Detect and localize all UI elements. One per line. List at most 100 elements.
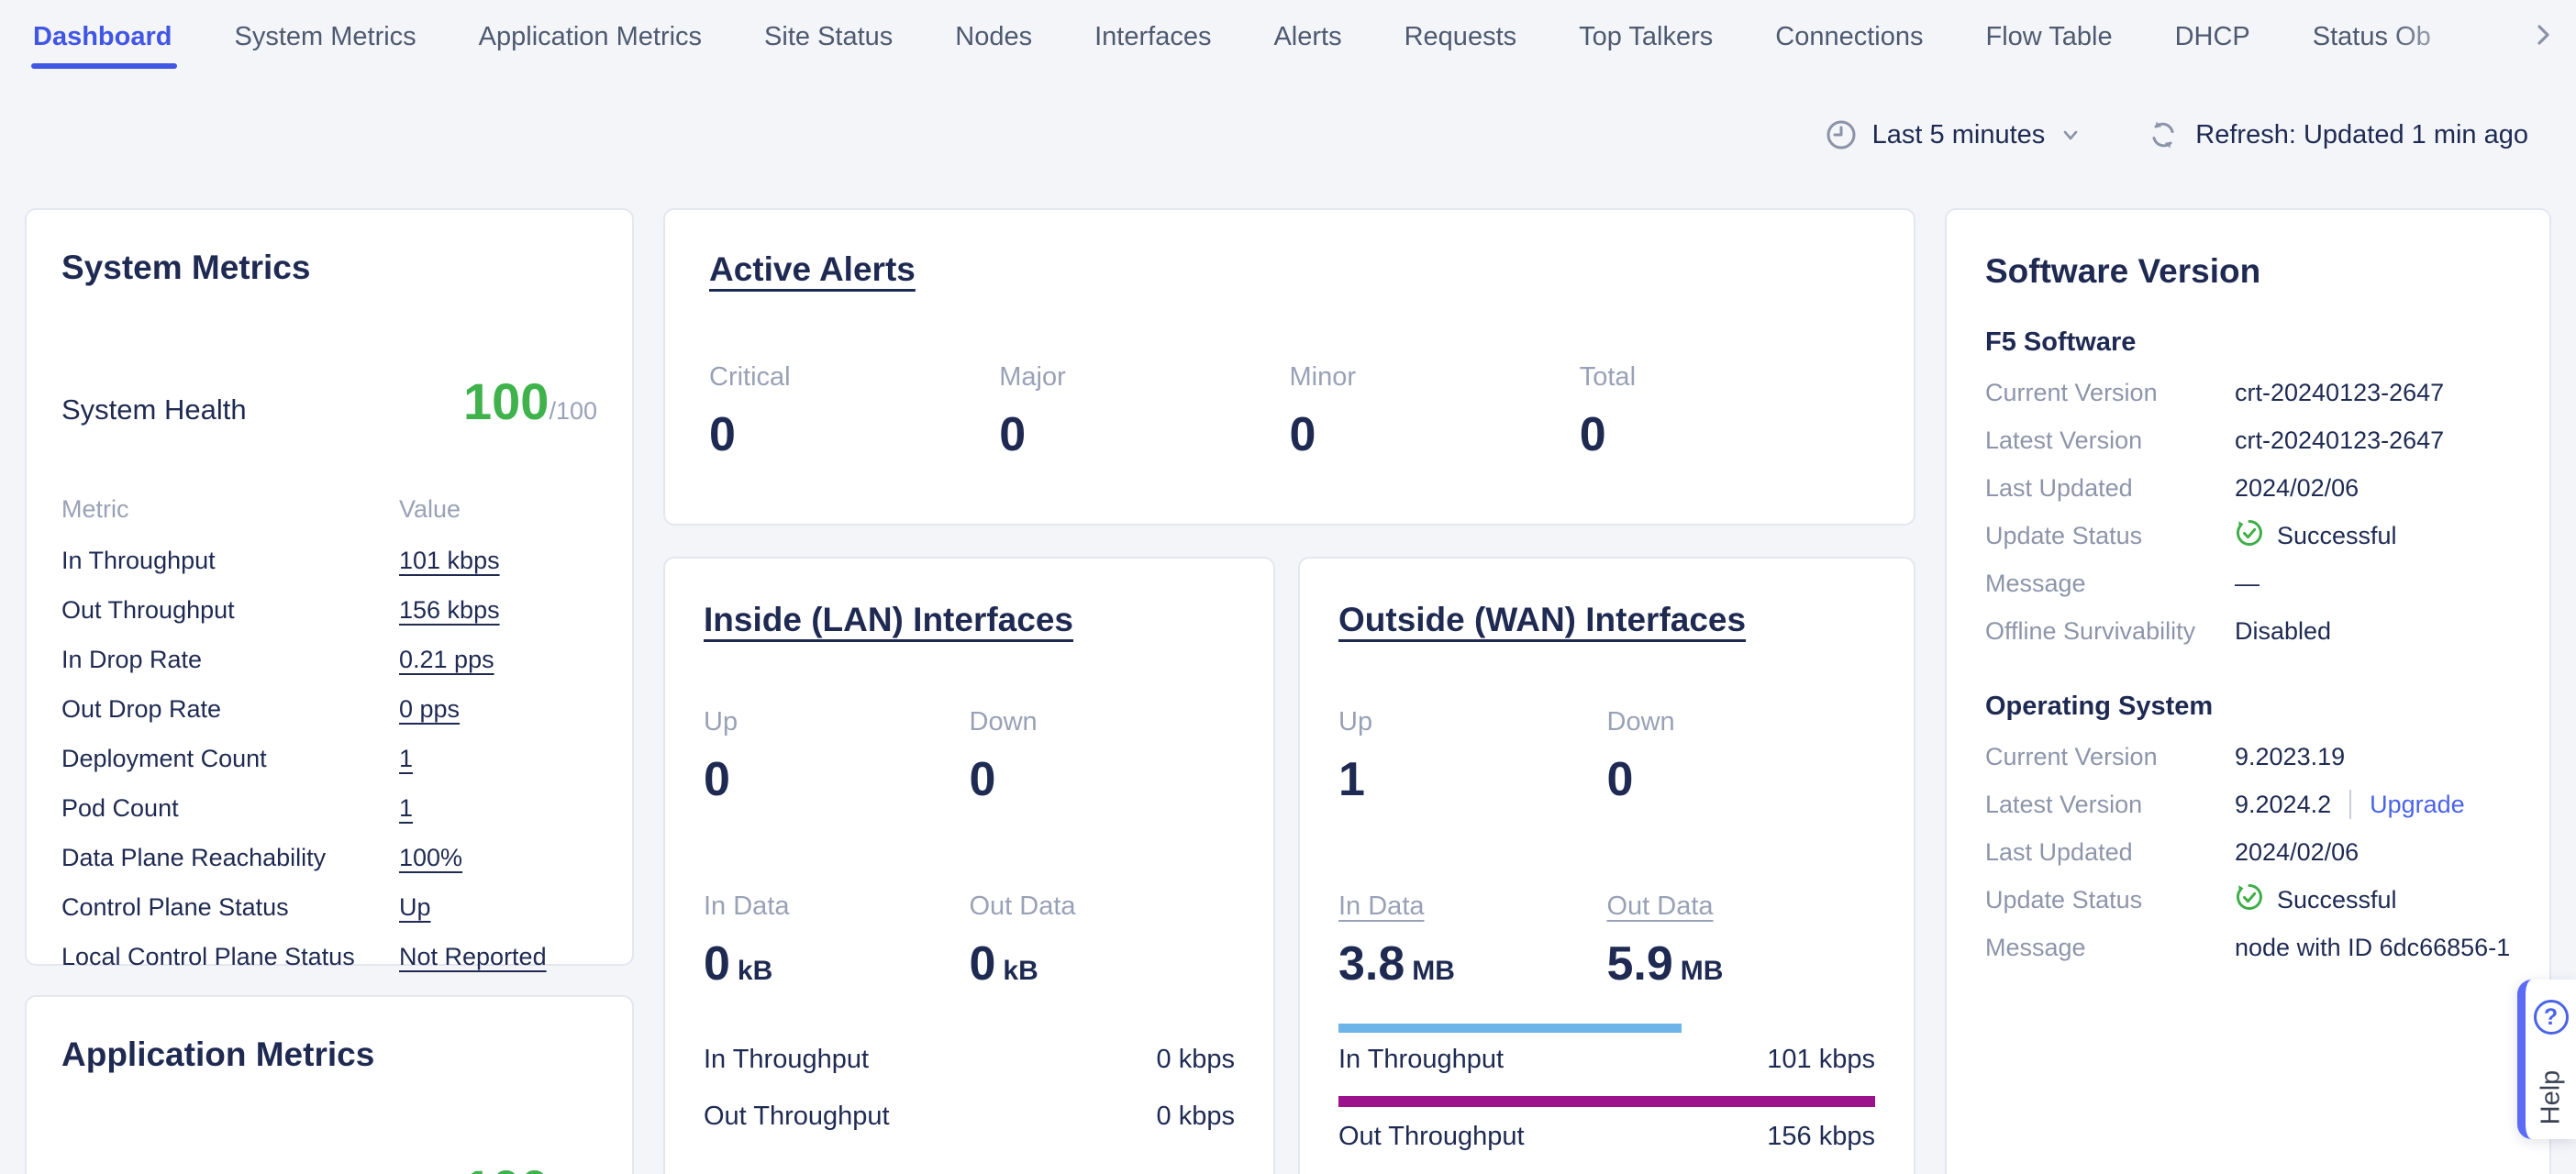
lan-interfaces-title-link[interactable]: Inside (LAN) Interfaces [704, 601, 1235, 639]
stat-value: 0 [1580, 407, 1870, 462]
value-column-header: Value [399, 495, 461, 524]
sv-key: Current Version [1985, 379, 2235, 407]
success-check-icon [2235, 518, 2264, 554]
table-row: Local Control Plane StatusNot Reported [61, 932, 597, 981]
chevron-down-icon [2060, 124, 2082, 146]
throughput-value: 156 kbps [1767, 1122, 1875, 1152]
metric-value-link[interactable]: Up [399, 893, 431, 922]
in-data-link[interactable]: In Data [1338, 892, 1607, 922]
application-metrics-card: Application Metrics Application Health 1… [25, 995, 634, 1174]
operating-system-rows: Current Version9.2023.19 Latest Version … [1985, 733, 2511, 971]
time-range-picker[interactable]: Last 5 minutes [1825, 118, 2082, 151]
tab-connections[interactable]: Connections [1775, 0, 1923, 73]
sv-value: 9.2024.2 Upgrade [2235, 790, 2465, 819]
application-health-score: 100/100 [463, 1158, 597, 1174]
lan-down-stat: Down 0 [970, 707, 1236, 807]
wan-interfaces-title-link[interactable]: Outside (WAN) Interfaces [1338, 601, 1875, 639]
system-metrics-title: System Metrics [61, 249, 597, 287]
tab-requests[interactable]: Requests [1405, 0, 1517, 73]
success-check-icon [2235, 882, 2264, 918]
update-status-text: Successful [2277, 886, 2397, 914]
wan-out-throughput-row: Out Throughput 156 kbps [1338, 1122, 1875, 1152]
metric-value-link[interactable]: Not Reported [399, 943, 547, 971]
lan-up-stat: Up 0 [704, 707, 970, 807]
help-question-icon: ? [2534, 1000, 2569, 1035]
throughput-label: In Throughput [1338, 1045, 1504, 1075]
metric-value-link[interactable]: 100% [399, 844, 462, 872]
stat-total: Total 0 [1580, 362, 1870, 462]
application-metrics-title: Application Metrics [61, 1036, 597, 1074]
table-row: Control Plane StatusUp [61, 882, 597, 932]
sv-row: Messagenode with ID 6dc66856-1... [1985, 924, 2511, 971]
sv-row: Message— [1985, 559, 2511, 607]
out-data-link[interactable]: Out Data [1607, 892, 1876, 922]
tab-status-objects[interactable]: Status Ob [2313, 0, 2431, 73]
lan-updown-grid: Up 0 Down 0 [704, 707, 1235, 807]
system-health-total: /100 [549, 397, 597, 425]
wan-up-stat: Up 1 [1338, 707, 1607, 807]
wan-down-stat: Down 0 [1607, 707, 1876, 807]
metric-value-link[interactable]: 1 [399, 745, 413, 773]
tab-interfaces[interactable]: Interfaces [1094, 0, 1211, 73]
throughput-value: 101 kbps [1767, 1045, 1875, 1075]
metric-label: Out Throughput [61, 596, 399, 625]
lan-in-throughput-row: In Throughput 0 kbps [704, 1045, 1235, 1075]
wan-throughput-section: In Throughput 101 kbps Out Throughput 15… [1338, 1024, 1875, 1152]
tab-application-metrics[interactable]: Application Metrics [479, 0, 702, 73]
table-header: Metric Value [61, 482, 597, 536]
f5-software-rows: Current Versioncrt-20240123-2647 Latest … [1985, 369, 2511, 655]
sv-key: Offline Survivability [1985, 617, 2235, 646]
metric-value-link[interactable]: 0 pps [399, 695, 460, 724]
help-button[interactable]: ? Help [2517, 980, 2576, 1139]
tab-top-talkers[interactable]: Top Talkers [1579, 0, 1713, 73]
tab-flow-table[interactable]: Flow Table [1986, 0, 2113, 73]
wan-in-data-stat: In Data 3.8MB [1338, 892, 1607, 991]
table-row: In Throughput101 kbps [61, 536, 597, 585]
refresh-control[interactable]: Refresh: Updated 1 min ago [2146, 117, 2528, 152]
tab-alerts[interactable]: Alerts [1273, 0, 1341, 73]
tab-dhcp[interactable]: DHCP [2175, 0, 2250, 73]
sv-value: 9.2023.19 [2235, 743, 2345, 771]
system-health-row: System Health 100/100 [61, 371, 597, 431]
stat-label: Minor [1290, 362, 1580, 393]
divider [2349, 790, 2351, 819]
metric-value-link[interactable]: 156 kbps [399, 596, 500, 625]
stat-major: Major 0 [999, 362, 1289, 462]
metric-value-link[interactable]: 0.21 pps [399, 646, 494, 674]
active-alerts-title-link[interactable]: Active Alerts [709, 250, 1870, 289]
system-health-value: 100 [463, 372, 549, 430]
sv-key: Last Updated [1985, 474, 2235, 503]
sv-value: Disabled [2235, 617, 2331, 646]
system-health-score: 100/100 [463, 371, 597, 431]
stat-unit: MB [1681, 956, 1724, 986]
stat-value: 0 [1290, 407, 1580, 462]
tab-system-metrics[interactable]: System Metrics [234, 0, 416, 73]
metric-label: Data Plane Reachability [61, 844, 399, 872]
metric-value-link[interactable]: 101 kbps [399, 547, 500, 575]
clock-icon [1825, 118, 1858, 151]
tab-nodes[interactable]: Nodes [955, 0, 1032, 73]
tab-site-status[interactable]: Site Status [764, 0, 893, 73]
metric-label: Pod Count [61, 794, 399, 823]
operating-system-heading: Operating System [1985, 692, 2511, 722]
software-version-title: Software Version [1985, 252, 2511, 291]
lan-in-data-stat: In Data 0kB [704, 892, 970, 991]
upgrade-link[interactable]: Upgrade [2370, 791, 2465, 819]
sv-value: crt-20240123-2647 [2235, 426, 2444, 455]
stat-value: 0 [704, 752, 970, 807]
nav-scroll-right-button[interactable] [2525, 18, 2561, 55]
table-row: Out Drop Rate0 pps [61, 684, 597, 734]
tab-dashboard[interactable]: Dashboard [33, 0, 172, 73]
sv-key: Last Updated [1985, 838, 2235, 867]
throughput-label: Out Throughput [1338, 1122, 1525, 1152]
sv-value: 2024/02/06 [2235, 838, 2359, 867]
metric-label: Deployment Count [61, 745, 399, 773]
stat-value: 0 [999, 407, 1289, 462]
metric-label: Local Control Plane Status [61, 943, 399, 971]
top-nav: Dashboard System Metrics Application Met… [0, 0, 2576, 73]
sv-row: Last Updated2024/02/06 [1985, 828, 2511, 876]
sv-row: Last Updated2024/02/06 [1985, 464, 2511, 512]
in-throughput-bar [1338, 1024, 1682, 1033]
sv-row: Latest Version 9.2024.2 Upgrade [1985, 781, 2511, 828]
metric-value-link[interactable]: 1 [399, 794, 413, 823]
